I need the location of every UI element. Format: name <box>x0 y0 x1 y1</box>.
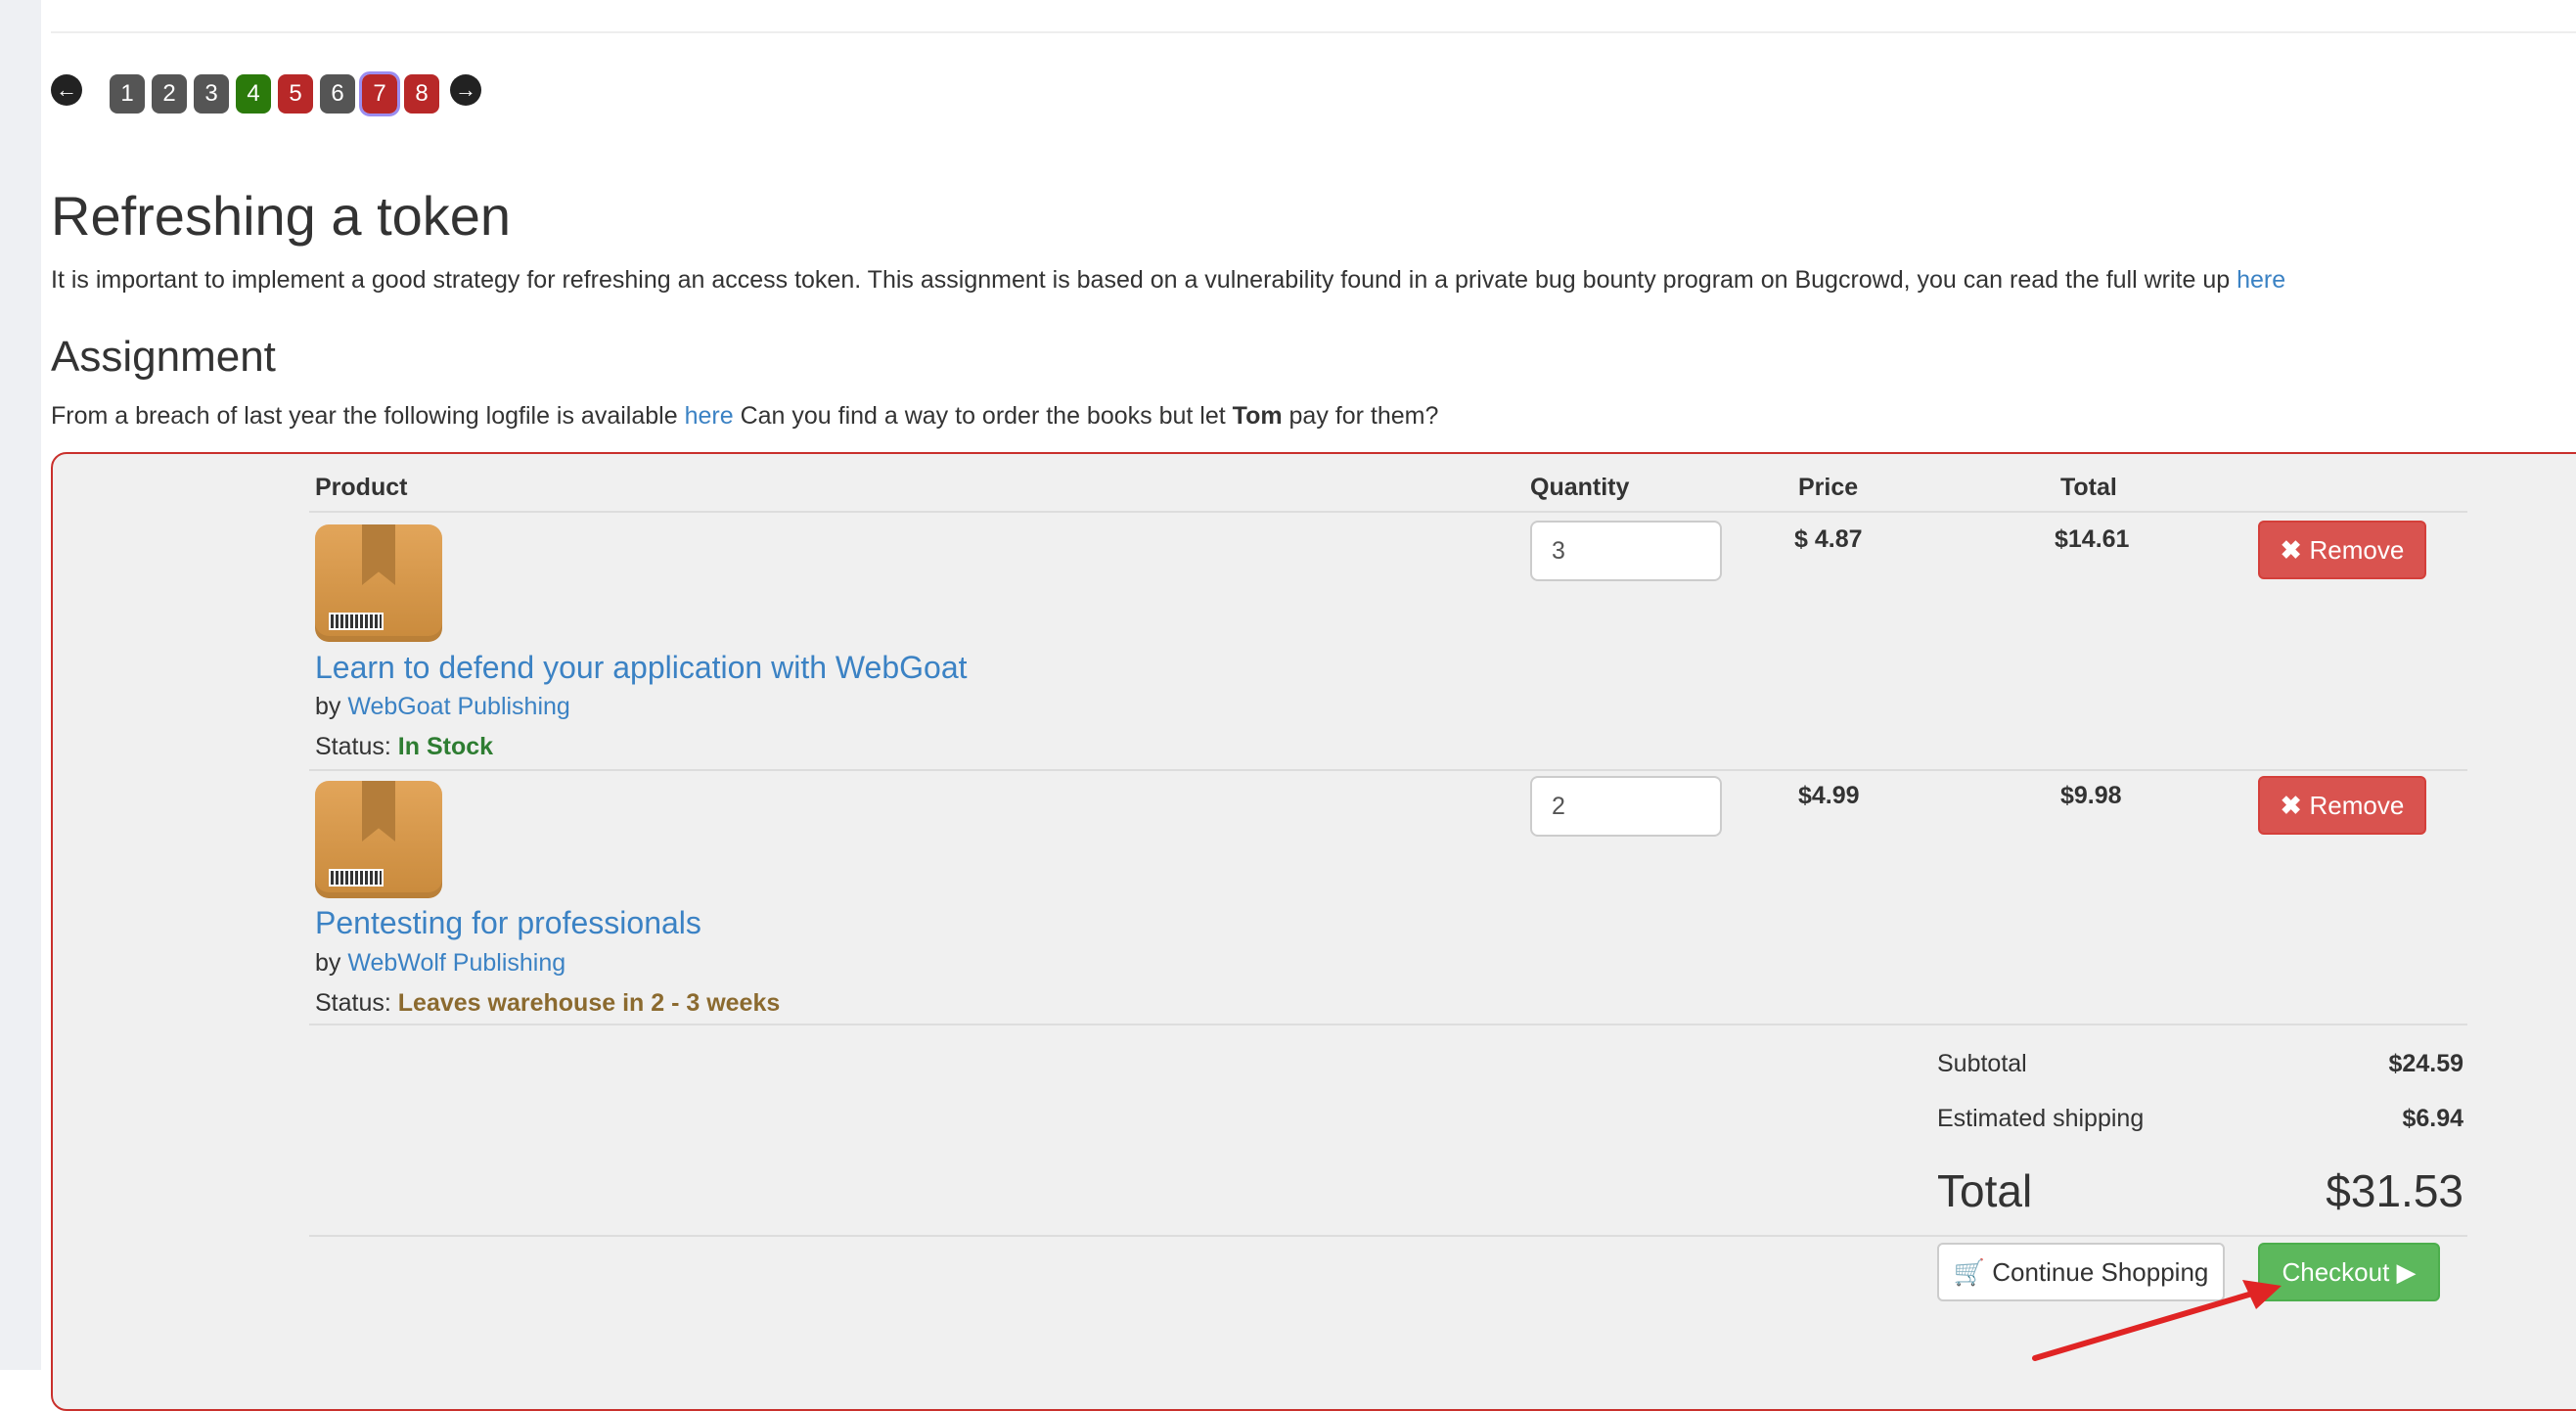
by-label: by <box>315 949 341 977</box>
assignment-text-middle: Can you find a way to order the books bu… <box>740 402 1226 430</box>
page-button-4[interactable]: 4 <box>236 74 271 114</box>
quantity-input[interactable] <box>1530 776 1722 837</box>
remove-label: Remove <box>2309 535 2405 565</box>
arrow-left-icon[interactable]: ← <box>51 74 82 106</box>
grand-total-label: Total <box>1937 1165 2033 1216</box>
assignment-bold-name: Tom <box>1232 402 1283 430</box>
line-total: $9.98 <box>2060 782 2122 809</box>
product-box-icon <box>315 524 442 642</box>
publisher-link[interactable]: WebGoat Publishing <box>347 693 569 720</box>
remove-button[interactable]: ✖ Remove <box>2258 521 2426 579</box>
product-status: Status: In Stock <box>315 733 493 761</box>
header-divider <box>309 511 2467 513</box>
row-divider <box>309 1024 2467 1025</box>
unit-price: $ 4.87 <box>1794 525 1863 553</box>
product-byline: by WebWolf Publishing <box>315 949 565 978</box>
lesson-intro: It is important to implement a good stra… <box>51 266 2285 295</box>
page-button-2[interactable]: 2 <box>152 74 187 114</box>
page-button-1[interactable]: 1 <box>110 74 145 114</box>
page-button-7[interactable]: 7 <box>359 71 400 116</box>
page-button-3[interactable]: 3 <box>194 74 229 114</box>
assignment-text-after: pay for them? <box>1288 402 1439 430</box>
shopping-cart-icon: 🛒 <box>1953 1257 1985 1287</box>
arrow-right-icon[interactable]: → <box>450 74 481 106</box>
annotation-arrow-icon <box>2032 1280 2282 1361</box>
remove-label: Remove <box>2309 791 2405 820</box>
writeup-link[interactable]: here <box>2237 266 2285 294</box>
shipping-value: $6.94 <box>2402 1105 2463 1132</box>
close-icon: ✖ <box>2280 535 2302 565</box>
column-header-product: Product <box>315 474 408 501</box>
column-header-price: Price <box>1798 474 1859 501</box>
page-button-8[interactable]: 8 <box>404 74 439 114</box>
column-header-total: Total <box>2060 474 2117 501</box>
close-icon: ✖ <box>2280 791 2302 820</box>
status-badge: In Stock <box>397 733 494 760</box>
assignment-description: From a breach of last year the following… <box>51 402 1438 431</box>
subtotal-value: $24.59 <box>2388 1050 2463 1077</box>
column-header-quantity: Quantity <box>1530 474 1630 501</box>
left-sidebar-strip <box>0 0 41 1370</box>
unit-price: $4.99 <box>1798 782 1860 809</box>
status-label: Status: <box>315 733 391 760</box>
remove-button[interactable]: ✖ Remove <box>2258 776 2426 835</box>
status-badge: Leaves warehouse in 2 - 3 weeks <box>397 989 781 1017</box>
page-button-6[interactable]: 6 <box>320 74 355 114</box>
row-divider <box>309 769 2467 771</box>
status-label: Status: <box>315 989 391 1017</box>
assignment-text-before: From a breach of last year the following… <box>51 402 678 430</box>
product-box-icon <box>315 781 442 898</box>
summary-divider <box>309 1235 2467 1237</box>
grand-total-value: $31.53 <box>2326 1165 2463 1216</box>
assignment-heading: Assignment <box>51 333 276 381</box>
page-button-5[interactable]: 5 <box>278 74 313 114</box>
intro-text: It is important to implement a good stra… <box>51 266 2231 294</box>
product-title-link[interactable]: Pentesting for professionals <box>315 905 701 941</box>
top-divider <box>51 31 2576 33</box>
play-icon: ▶ <box>2396 1257 2417 1287</box>
logfile-link[interactable]: here <box>685 402 734 430</box>
page-title: Refreshing a token <box>51 185 512 247</box>
shipping-label: Estimated shipping <box>1937 1105 2145 1132</box>
quantity-input[interactable] <box>1530 521 1722 581</box>
product-byline: by WebGoat Publishing <box>315 693 570 721</box>
subtotal-label: Subtotal <box>1937 1050 2027 1077</box>
product-title-link[interactable]: Learn to defend your application with We… <box>315 650 968 686</box>
product-status: Status: Leaves warehouse in 2 - 3 weeks <box>315 989 780 1018</box>
by-label: by <box>315 693 341 720</box>
line-total: $14.61 <box>2055 525 2130 553</box>
publisher-link[interactable]: WebWolf Publishing <box>347 949 565 977</box>
